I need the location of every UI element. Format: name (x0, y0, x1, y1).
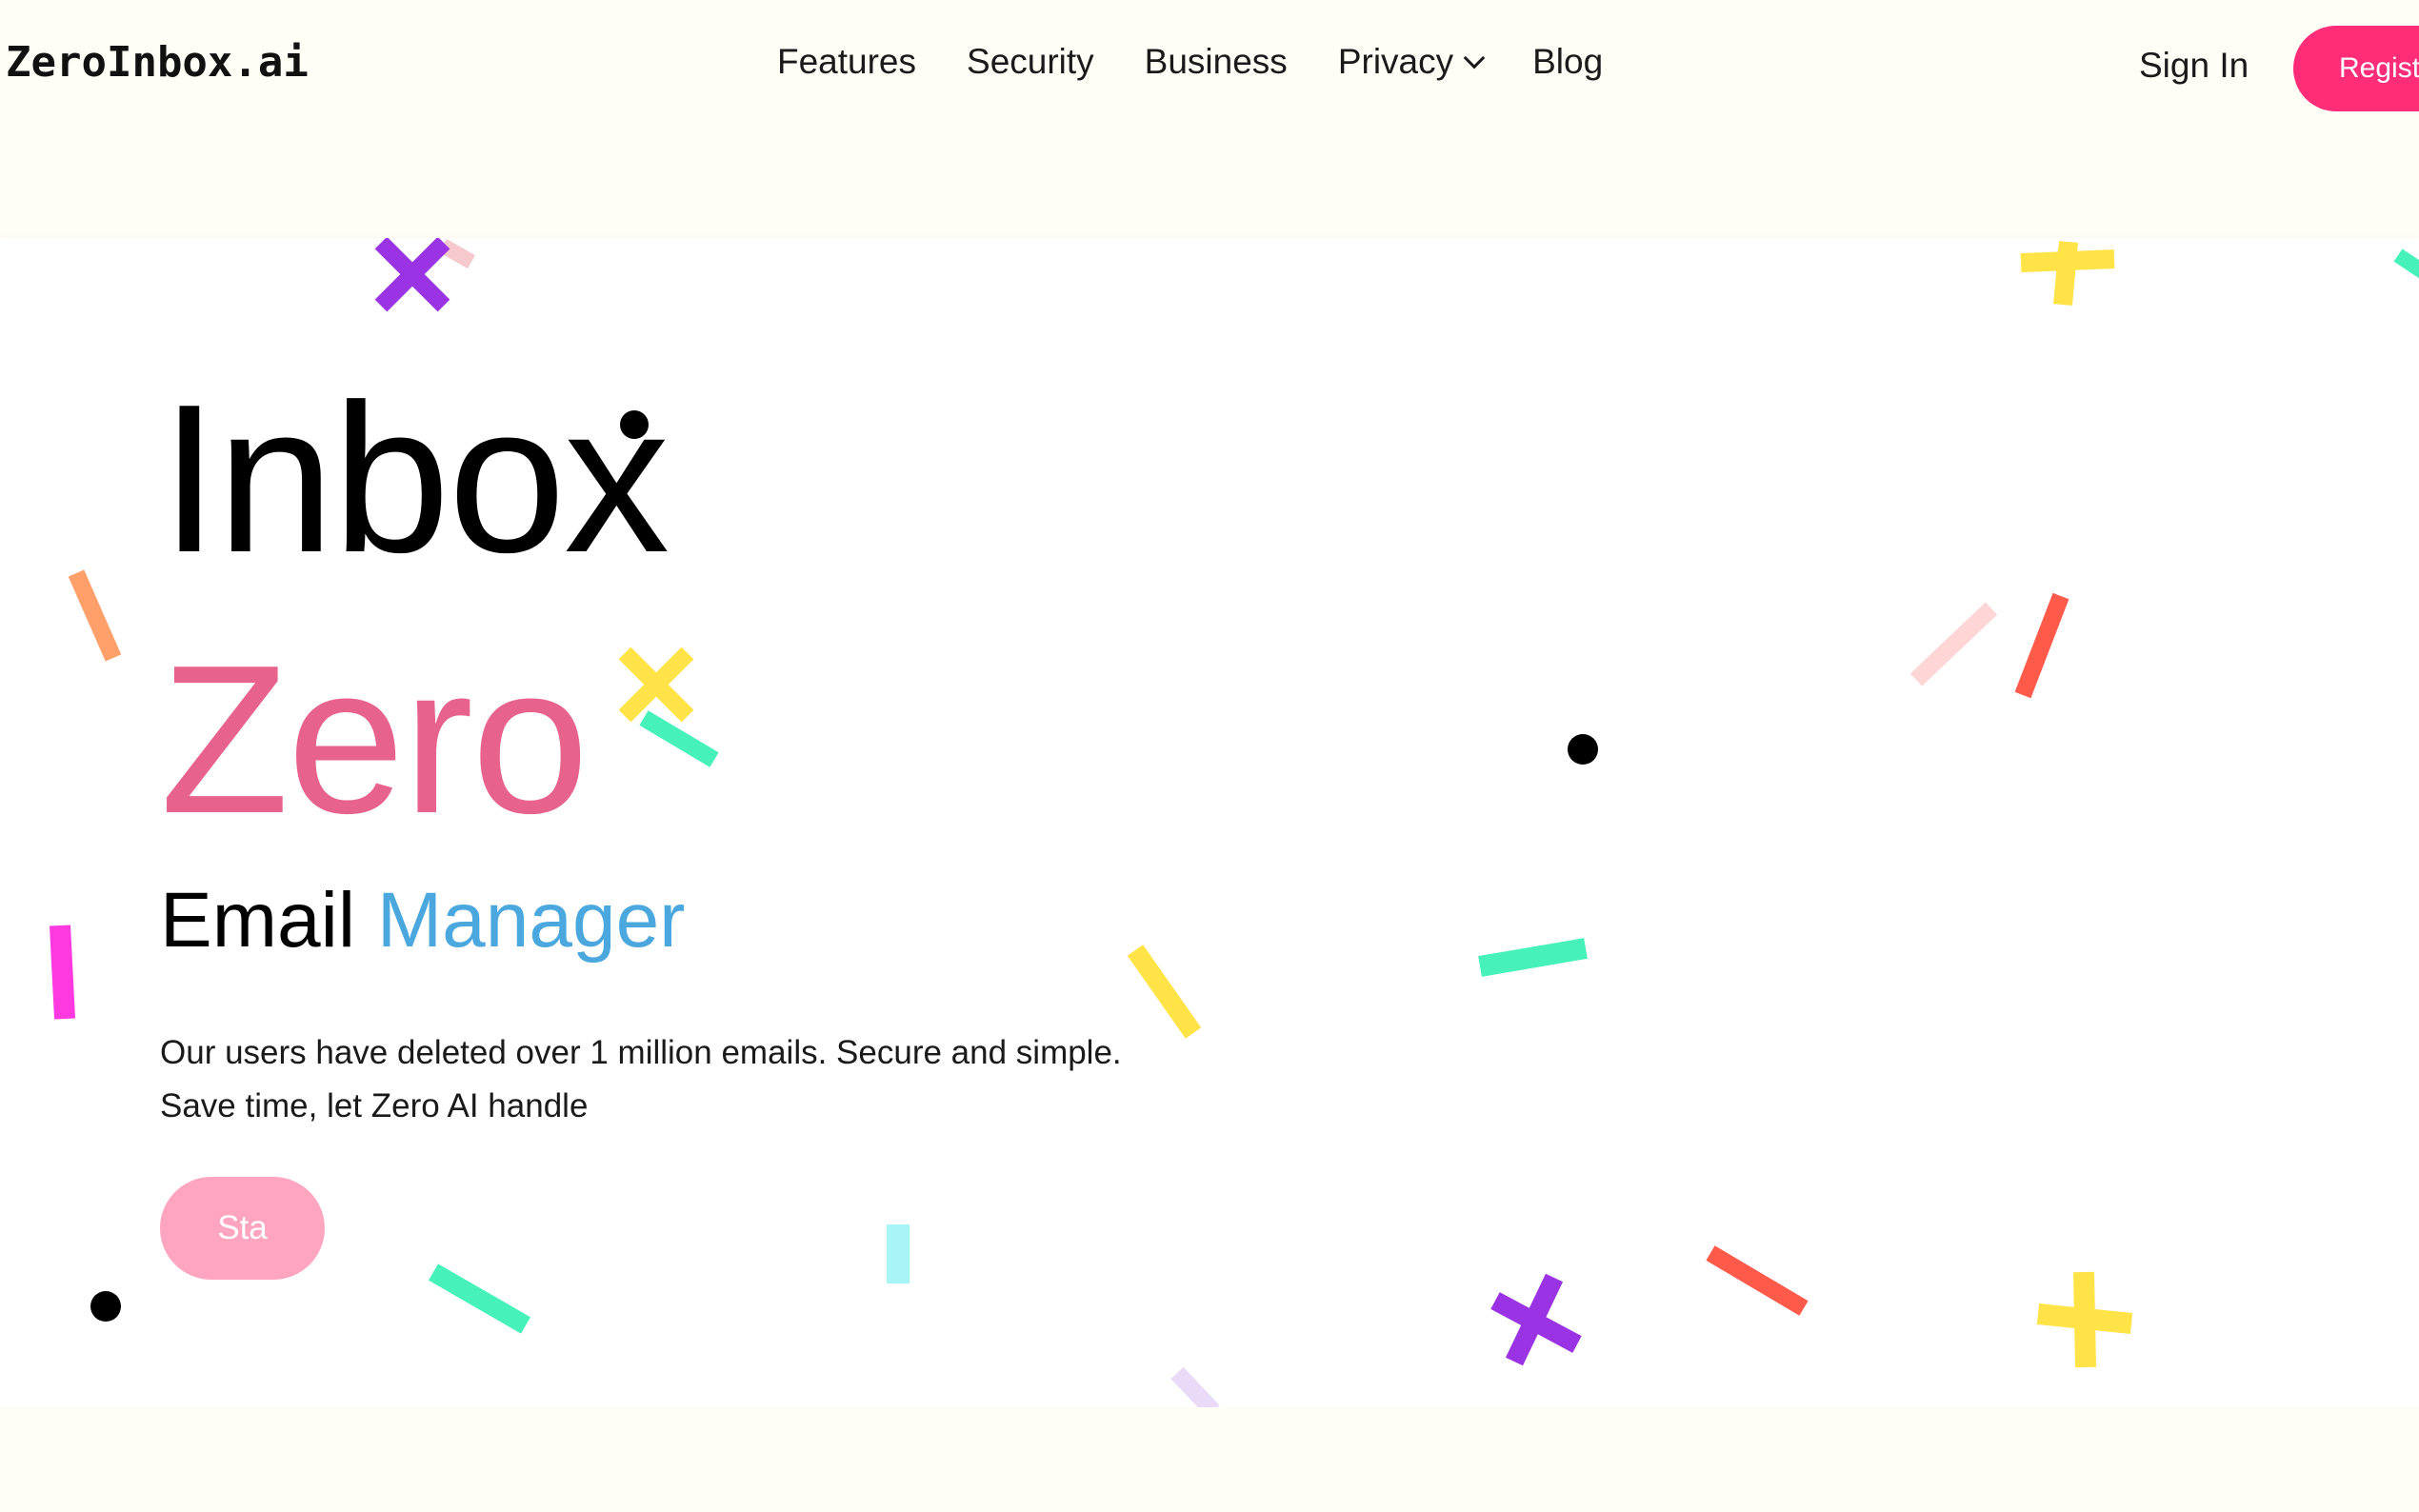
confetti-green-edge (2393, 249, 2419, 279)
site-header: ZeroInbox.ai Features Security Business … (0, 0, 2419, 238)
chevron-down-icon (1463, 47, 1486, 70)
nav-features-label: Features (777, 42, 917, 81)
hero-section: Inbox Zero Email Manager Our users have … (0, 238, 2419, 1407)
hero-subtitle: Email Manager (160, 882, 685, 960)
nav-privacy-label: Privacy (1337, 42, 1454, 81)
confetti-cyan-block (887, 1224, 910, 1283)
nav-blog[interactable]: Blog (1532, 42, 1603, 82)
confetti-yellow-cross-zero (618, 647, 694, 723)
nav-blog-label: Blog (1532, 42, 1604, 81)
main-nav: Features Security Business Privacy Blog (777, 42, 1603, 82)
tagline-line-2: Save time, let Zero AI handle (160, 1087, 589, 1124)
confetti-red-stripe (2014, 592, 2069, 699)
confetti-pink-stripe (1909, 602, 1998, 686)
sign-in-link[interactable]: Sign In (2139, 46, 2249, 86)
confetti-red-stripe-bottom (1706, 1245, 1809, 1316)
confetti-green-stripe-bottom (429, 1263, 530, 1334)
confetti-yellow-plus-top (2020, 241, 2115, 306)
register-button[interactable]: Regist (2293, 26, 2419, 111)
confetti-green-stripe-zero (639, 710, 719, 767)
confetti-dot-bottom-left (90, 1291, 121, 1322)
hero-title-inbox: Inbox (160, 361, 670, 597)
confetti-yellow-stripe-center (1127, 945, 1202, 1039)
brand-logo[interactable]: ZeroInbox.ai (6, 38, 309, 87)
start-button[interactable]: Sta (160, 1177, 325, 1280)
subtitle-email: Email (160, 877, 356, 964)
nav-business-label: Business (1144, 42, 1288, 81)
nav-business[interactable]: Business (1145, 42, 1288, 82)
nav-features[interactable]: Features (777, 42, 916, 82)
nav-security[interactable]: Security (967, 42, 1094, 82)
confetti-magenta-stripe (50, 925, 75, 1020)
subtitle-manager: Manager (376, 877, 686, 964)
confetti-yellow-plus-bottom (2036, 1271, 2133, 1368)
nav-security-label: Security (967, 42, 1094, 81)
confetti-purple-cross-bottom (1490, 1273, 1582, 1366)
confetti-orange-stripe (68, 569, 122, 662)
tagline-line-1: Our users have deleted over 1 million em… (160, 1034, 1122, 1071)
below-hero-area (0, 1407, 2419, 1512)
hero-title-zero: Zero (160, 622, 589, 858)
confetti-lavender-stripe (1170, 1366, 1220, 1407)
nav-privacy-dropdown[interactable]: Privacy (1337, 42, 1486, 82)
hero-tagline: Our users have deleted over 1 million em… (160, 1026, 1303, 1133)
confetti-purple-cross-top (374, 238, 475, 312)
confetti-dot-middle (1568, 734, 1598, 765)
confetti-green-stripe-center (1478, 938, 1588, 977)
page: ZeroInbox.ai Features Security Business … (0, 0, 2419, 1512)
